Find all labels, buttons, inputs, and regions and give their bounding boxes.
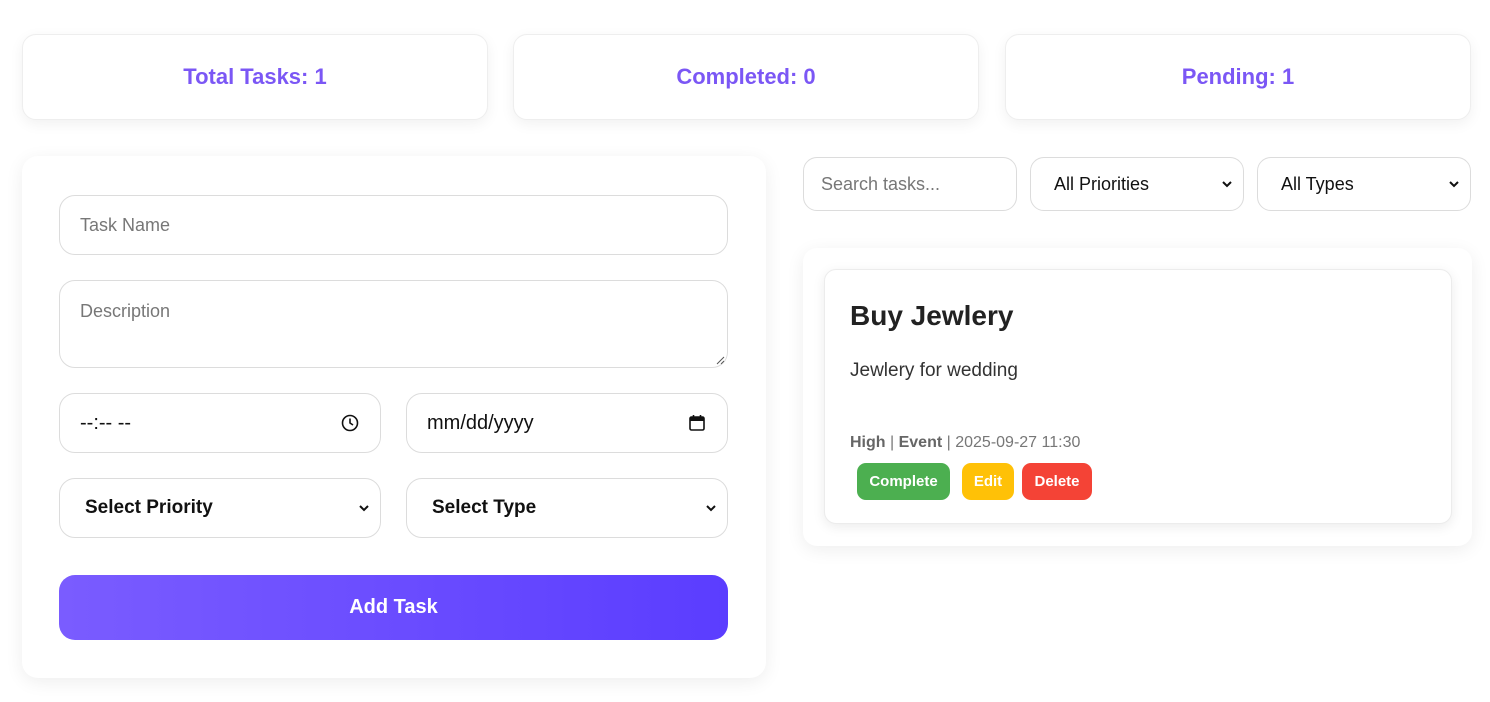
delete-button[interactable]: Delete bbox=[1022, 463, 1092, 500]
chevron-down-icon bbox=[1217, 174, 1237, 194]
completed-tasks-label: Completed: 0 bbox=[676, 64, 816, 89]
priority-select[interactable]: Select Priority bbox=[59, 478, 381, 538]
completed-tasks-stat: Completed: 0 bbox=[513, 34, 979, 120]
pending-tasks-stat: Pending: 1 bbox=[1005, 34, 1471, 120]
total-tasks-label: Total Tasks: 1 bbox=[183, 64, 327, 89]
priority-select-value: Select Priority bbox=[85, 497, 213, 518]
priority-filter-value: All Priorities bbox=[1054, 173, 1150, 194]
date-value: mm/dd/yyyy bbox=[427, 411, 534, 434]
time-input[interactable]: --:-- -- bbox=[59, 393, 381, 453]
clock-icon[interactable] bbox=[340, 413, 360, 433]
pending-tasks-label: Pending: 1 bbox=[1181, 64, 1295, 89]
task-name-input[interactable] bbox=[59, 195, 728, 255]
date-input[interactable]: mm/dd/yyyy bbox=[406, 393, 728, 453]
add-task-form: --:-- -- mm/dd/yyyy Select Priority Sele… bbox=[22, 156, 766, 678]
task-datetime: 2025-09-27 11:30 bbox=[955, 434, 1081, 451]
time-value: --:-- -- bbox=[80, 411, 132, 434]
task-list: Buy Jewlery Jewlery for wedding High | E… bbox=[803, 248, 1472, 546]
edit-button[interactable]: Edit bbox=[962, 463, 1014, 500]
chevron-down-icon bbox=[1444, 174, 1464, 194]
complete-button[interactable]: Complete bbox=[857, 463, 950, 500]
total-tasks-stat: Total Tasks: 1 bbox=[22, 34, 488, 120]
chevron-down-icon bbox=[701, 498, 721, 518]
search-input[interactable] bbox=[803, 157, 1017, 211]
type-select-value: Select Type bbox=[432, 497, 537, 518]
description-input[interactable] bbox=[59, 280, 728, 368]
task-description: Jewlery for wedding bbox=[850, 360, 1018, 381]
type-filter-value: All Types bbox=[1281, 173, 1354, 194]
type-select[interactable]: Select Type bbox=[406, 478, 728, 538]
task-title: Buy Jewlery bbox=[850, 300, 1014, 331]
task-type: Event bbox=[898, 434, 943, 451]
task-priority: High bbox=[850, 434, 886, 451]
calendar-icon[interactable] bbox=[687, 413, 707, 433]
chevron-down-icon bbox=[354, 498, 374, 518]
resize-grip-icon[interactable] bbox=[715, 355, 725, 365]
task-meta: High | Event | 2025-09-27 11:30 bbox=[850, 434, 1081, 451]
add-task-button[interactable]: Add Task bbox=[59, 575, 728, 640]
task-card: Buy Jewlery Jewlery for wedding High | E… bbox=[824, 269, 1452, 524]
type-filter-select[interactable]: All Types bbox=[1257, 157, 1471, 211]
priority-filter-select[interactable]: All Priorities bbox=[1030, 157, 1244, 211]
